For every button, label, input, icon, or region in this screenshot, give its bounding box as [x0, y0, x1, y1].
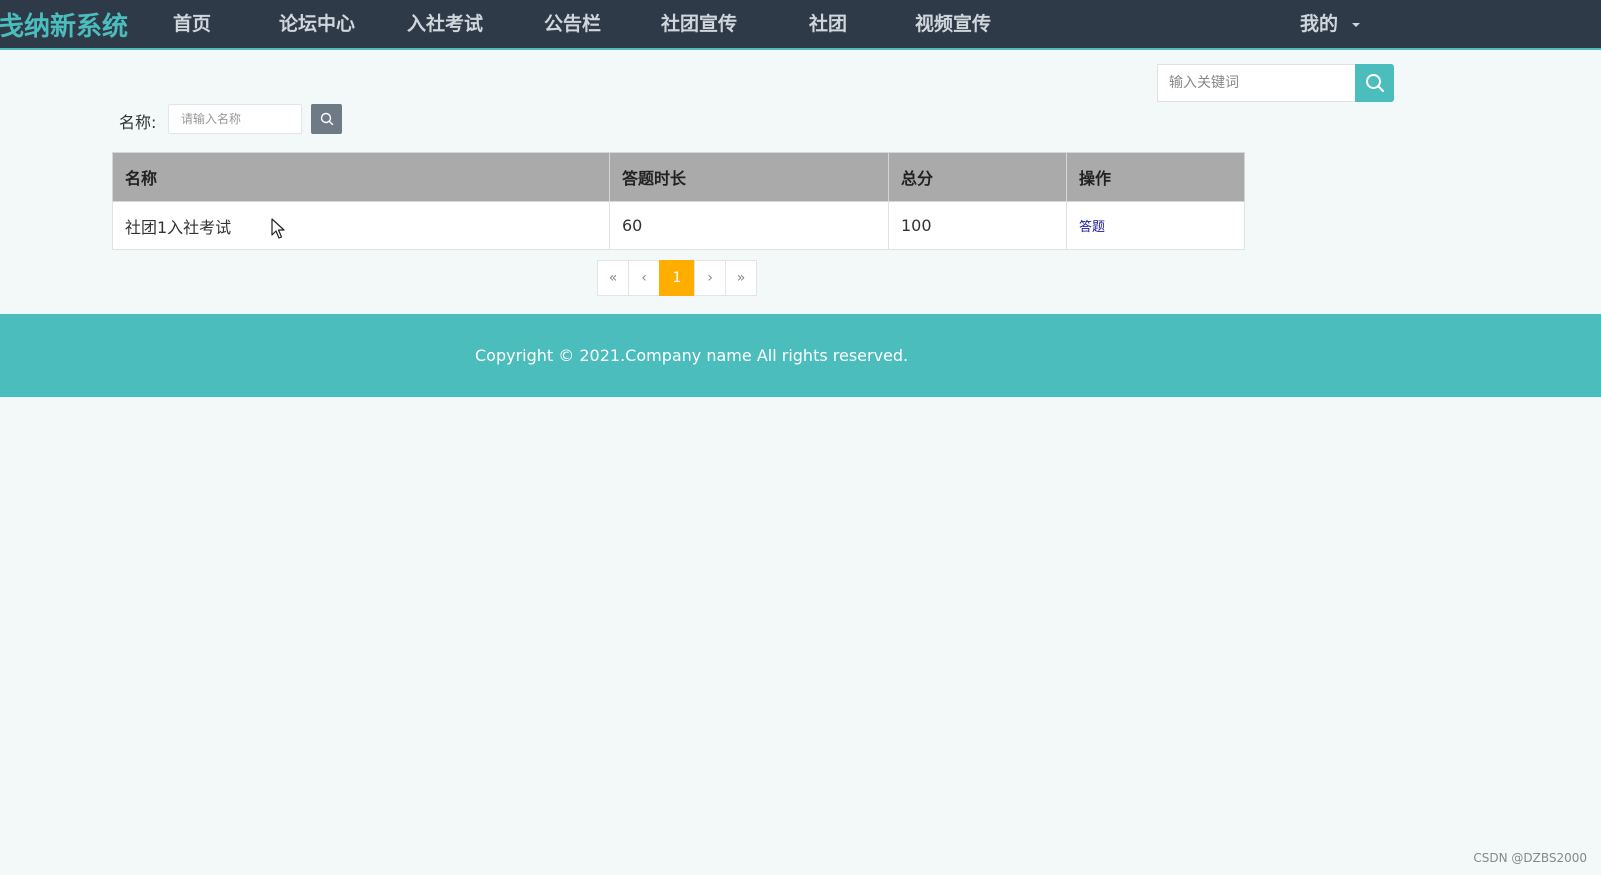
column-header-name: 名称	[112, 152, 610, 202]
cell-duration: 60	[609, 201, 889, 250]
answer-link[interactable]: 答题	[1079, 220, 1105, 235]
nav-item-video[interactable]: 视频宣传	[915, 9, 991, 36]
cell-action: 答题	[1066, 201, 1245, 250]
column-header-duration: 答题时长	[609, 152, 889, 202]
nav-item-promotion[interactable]: 社团宣传	[661, 9, 737, 36]
mouse-cursor-icon	[271, 218, 285, 239]
cell-name: 社团1入社考试	[112, 201, 610, 250]
chevron-down-icon	[1352, 22, 1361, 27]
search-icon	[1365, 74, 1384, 92]
name-filter-label: 名称:	[119, 113, 157, 132]
nav-item-home[interactable]: 首页	[173, 9, 211, 36]
user-menu-label: 我的	[1300, 13, 1339, 35]
column-header-action: 操作	[1066, 152, 1245, 202]
name-filter-search-button[interactable]	[311, 104, 342, 134]
cell-total: 100	[888, 201, 1067, 250]
nav-item-exam[interactable]: 入社考试	[407, 9, 483, 36]
site-brand[interactable]: 戋纳新系统	[0, 6, 128, 43]
nav-item-notice[interactable]: 公告栏	[544, 9, 601, 36]
page-current-button[interactable]: 1	[659, 260, 695, 296]
pagination: « ‹ 1 › »	[597, 260, 757, 296]
keyword-search-input[interactable]: 输入关键词	[1157, 64, 1355, 102]
name-filter-input[interactable]: 请输入名称	[168, 104, 302, 134]
copyright-text: Copyright © 2021.Company name All rights…	[475, 346, 909, 365]
top-navbar: 戋纳新系统 首页 论坛中心 入社考试 公告栏 社团宣传 社团 视频宣传 我的	[0, 0, 1601, 50]
user-menu[interactable]: 我的	[1300, 9, 1361, 36]
watermark-text: CSDN @DZBS2000	[1473, 851, 1587, 865]
page-prev-button[interactable]: ‹	[628, 260, 660, 296]
nav-item-forum[interactable]: 论坛中心	[279, 9, 355, 36]
footer: Copyright © 2021.Company name All rights…	[0, 314, 1601, 397]
search-icon	[320, 112, 333, 126]
nav-item-club[interactable]: 社团	[809, 9, 847, 36]
page-last-button[interactable]: »	[725, 260, 757, 296]
page-first-button[interactable]: «	[597, 260, 629, 296]
page-next-button[interactable]: ›	[694, 260, 726, 296]
keyword-search-button[interactable]	[1355, 64, 1394, 102]
table-header-row: 名称 答题时长 总分 操作	[112, 152, 1245, 202]
column-header-total: 总分	[888, 152, 1067, 202]
